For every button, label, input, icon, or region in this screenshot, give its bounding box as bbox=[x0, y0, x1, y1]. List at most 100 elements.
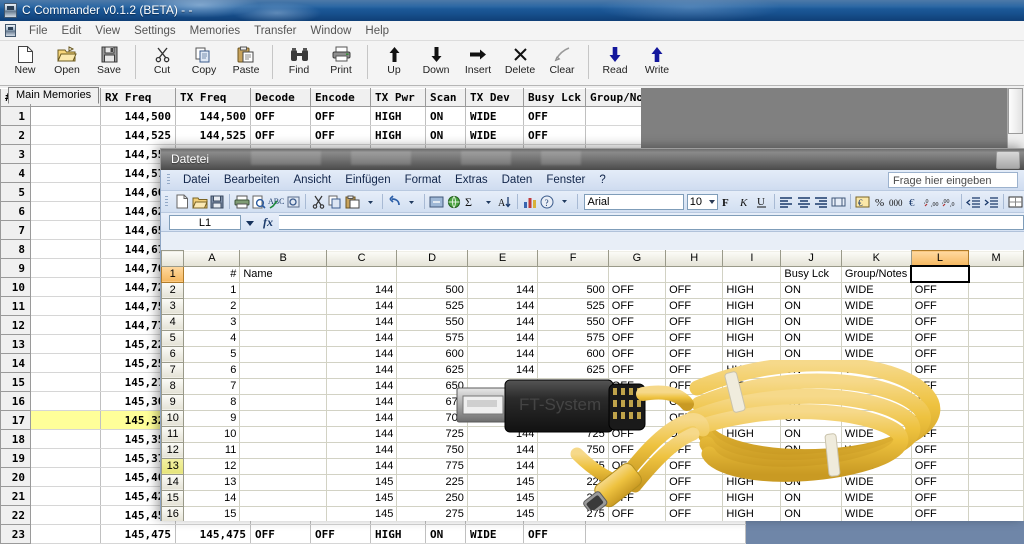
excel-cell-F10[interactable]: 700 bbox=[537, 410, 609, 427]
excel-cell-J12[interactable]: ON bbox=[780, 442, 842, 459]
excel-cell-G15[interactable]: OFF bbox=[608, 490, 667, 507]
excel-menu-datei[interactable]: Datei bbox=[176, 172, 217, 188]
excel-cell-C5[interactable]: 144 bbox=[326, 330, 398, 347]
excel-cell-J3[interactable]: ON bbox=[780, 298, 842, 315]
excel-cell-D1[interactable] bbox=[396, 266, 468, 283]
grid-column-header-tx-freq[interactable]: TX Freq bbox=[175, 88, 251, 107]
excel-row[interactable]: 13 12 144 775 144 775 OFF OFF HIGH ON WIDE OFF bbox=[161, 457, 1024, 475]
excel-cell-M11[interactable] bbox=[968, 426, 1024, 443]
excel-column-header-h[interactable]: H bbox=[665, 250, 724, 267]
excel-cell-J1[interactable]: Busy Lck bbox=[780, 266, 842, 283]
excel-cell-F9[interactable]: 675 bbox=[537, 394, 609, 411]
excel-cell-B16[interactable] bbox=[239, 506, 327, 521]
excel-cell-J4[interactable]: ON bbox=[780, 314, 842, 331]
excel-cell-K10[interactable]: WIDE bbox=[841, 410, 912, 427]
font-name-combobox[interactable]: Arial bbox=[584, 193, 684, 210]
grid-row-number[interactable]: 1 bbox=[0, 106, 31, 126]
excel-cell-K15[interactable]: WIDE bbox=[841, 490, 912, 507]
excel-cell-B4[interactable] bbox=[239, 314, 327, 331]
excel-print-preview-icon[interactable] bbox=[250, 193, 267, 210]
excel-cell-A4[interactable]: 3 bbox=[183, 314, 241, 331]
excel-cell-B13[interactable] bbox=[239, 458, 327, 475]
excel-cell-E6[interactable]: 144 bbox=[467, 346, 539, 363]
excel-cell-B7[interactable] bbox=[239, 362, 327, 379]
excel-cell-G4[interactable]: OFF bbox=[608, 314, 667, 331]
menu-item-memories[interactable]: Memories bbox=[183, 23, 247, 39]
excel-row-header-1[interactable]: 1 bbox=[161, 265, 185, 283]
grid-row-number[interactable]: 2 bbox=[0, 125, 31, 145]
grid-cell-name[interactable] bbox=[30, 486, 101, 506]
excel-cell-D12[interactable]: 750 bbox=[396, 442, 468, 459]
tab-main-memories[interactable]: Main Memories bbox=[8, 87, 100, 104]
grid-column-header-encode[interactable]: Encode bbox=[310, 88, 371, 107]
percent-style-button[interactable]: % bbox=[871, 193, 888, 210]
excel-cell-H11[interactable]: OFF bbox=[665, 426, 724, 443]
excel-undo-icon[interactable] bbox=[386, 193, 403, 210]
excel-cell-G3[interactable]: OFF bbox=[608, 298, 667, 315]
excel-menu-ansicht[interactable]: Ansicht bbox=[286, 172, 338, 188]
grid-cell-pwr[interactable]: HIGH bbox=[370, 125, 426, 145]
grid-cell-name[interactable] bbox=[30, 277, 101, 297]
excel-cell-L6[interactable]: OFF bbox=[911, 346, 970, 363]
toolbar-up-button[interactable]: Up bbox=[373, 43, 415, 76]
excel-cell-L9[interactable]: OFF bbox=[911, 394, 970, 411]
excel-cell-M14[interactable] bbox=[968, 474, 1024, 491]
grid-column-header-rx-freq[interactable]: RX Freq bbox=[100, 88, 176, 107]
excel-cell-D3[interactable]: 525 bbox=[396, 298, 468, 315]
table-row[interactable]: 1 144,500 144,500 OFF OFF HIGH ON WIDE OFF bbox=[0, 106, 746, 126]
excel-cell-F4[interactable]: 550 bbox=[537, 314, 609, 331]
excel-row[interactable]: 9 8 144 675 144 675 OFF OFF HIGH ON WIDE OFF bbox=[161, 393, 1024, 411]
excel-cell-I15[interactable]: HIGH bbox=[722, 490, 782, 507]
excel-cell-K8[interactable]: WIDE bbox=[841, 378, 912, 395]
excel-cell-B10[interactable] bbox=[239, 410, 327, 427]
excel-cell-M16[interactable] bbox=[968, 506, 1024, 521]
excel-cell-G10[interactable]: OFF bbox=[608, 410, 667, 427]
excel-cell-B2[interactable] bbox=[239, 282, 327, 299]
excel-column-header-j[interactable]: J bbox=[780, 250, 842, 267]
grid-cell-busy[interactable]: OFF bbox=[523, 524, 586, 544]
excel-row[interactable]: 6 5 144 600 144 600 OFF OFF HIGH ON WIDE OFF bbox=[161, 345, 1024, 363]
excel-cell-D9[interactable]: 675 bbox=[396, 394, 468, 411]
excel-cell-I8[interactable]: HIGH bbox=[722, 378, 782, 395]
grid-cell-name[interactable] bbox=[30, 125, 101, 145]
grid-row-number[interactable]: 18 bbox=[0, 429, 31, 449]
excel-menu-fenster[interactable]: Fenster bbox=[539, 172, 592, 188]
excel-cell-L7[interactable]: OFF bbox=[911, 362, 970, 379]
grid-row-number[interactable]: 5 bbox=[0, 182, 31, 202]
grid-row-number[interactable]: 15 bbox=[0, 372, 31, 392]
excel-cell-H7[interactable]: OFF bbox=[665, 362, 724, 379]
excel-cell-A11[interactable]: 10 bbox=[183, 426, 241, 443]
excel-cell-B9[interactable] bbox=[239, 394, 327, 411]
menu-item-file[interactable]: File bbox=[22, 23, 55, 39]
excel-row-header-10[interactable]: 10 bbox=[161, 409, 185, 427]
excel-ask-question-box[interactable]: Frage hier eingeben bbox=[888, 172, 1018, 188]
excel-sort-ascending-icon[interactable]: A bbox=[497, 193, 514, 210]
excel-column-header-row[interactable]: ABCDEFGHIJKLM bbox=[161, 250, 1024, 267]
euro-style-button[interactable]: € bbox=[906, 193, 923, 210]
font-size-combobox[interactable]: 10 bbox=[686, 193, 719, 210]
excel-cell-I14[interactable]: HIGH bbox=[722, 474, 782, 491]
excel-row-header-7[interactable]: 7 bbox=[161, 361, 185, 379]
grid-cell-tx[interactable]: 144,525 bbox=[175, 125, 251, 145]
excel-row-header-14[interactable]: 14 bbox=[161, 473, 185, 491]
window-titlebar[interactable]: C Commander v0.1.2 (BETA) - - bbox=[0, 0, 1024, 21]
excel-cell-J13[interactable]: ON bbox=[780, 458, 842, 475]
excel-row[interactable]: 11 10 144 725 144 725 OFF OFF HIGH ON WIDE OFF bbox=[161, 425, 1024, 443]
excel-row-header-3[interactable]: 3 bbox=[161, 297, 185, 315]
grid-row-number[interactable]: 6 bbox=[0, 201, 31, 221]
excel-cell-K16[interactable]: WIDE bbox=[841, 506, 912, 521]
excel-cell-K2[interactable]: WIDE bbox=[841, 282, 912, 299]
grid-row-number[interactable]: 8 bbox=[0, 239, 31, 259]
excel-cell-J14[interactable]: ON bbox=[780, 474, 842, 491]
excel-cell-C13[interactable]: 144 bbox=[326, 458, 398, 475]
excel-cell-F5[interactable]: 575 bbox=[537, 330, 609, 347]
excel-print-icon[interactable] bbox=[233, 193, 250, 210]
grid-cell-name[interactable] bbox=[30, 372, 101, 392]
excel-row[interactable]: 14 13 145 225 145 225 OFF OFF HIGH ON WIDE OFF bbox=[161, 473, 1024, 491]
excel-cell-K4[interactable]: WIDE bbox=[841, 314, 912, 331]
excel-hyperlink-icon[interactable] bbox=[428, 193, 445, 210]
excel-column-header-g[interactable]: G bbox=[607, 250, 667, 267]
toolbar-write-button[interactable]: Write bbox=[636, 43, 678, 76]
excel-research-icon[interactable] bbox=[285, 193, 302, 210]
grid-row-number[interactable]: 13 bbox=[0, 334, 31, 354]
